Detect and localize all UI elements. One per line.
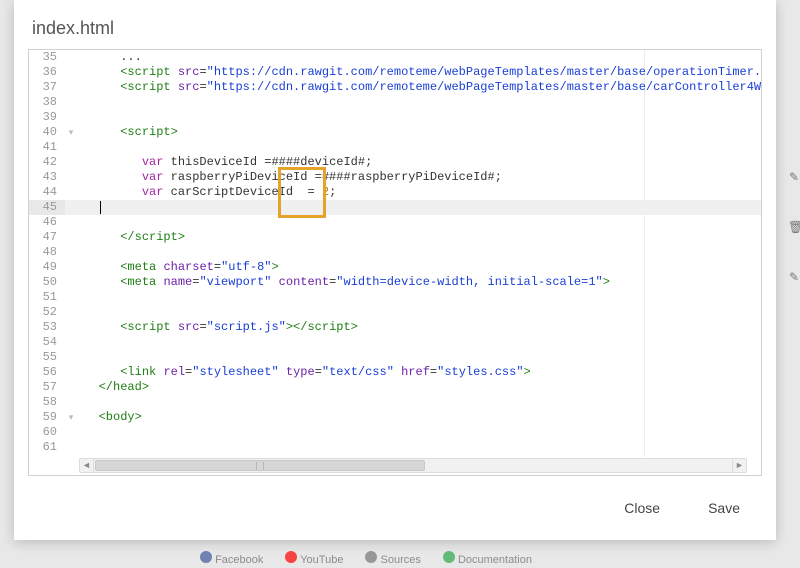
scroll-left-button[interactable]: ◄ (80, 459, 94, 472)
code-line[interactable]: 59▾ <body> (29, 410, 761, 425)
close-button[interactable]: Close (616, 494, 668, 522)
line-number: 41 (29, 140, 65, 155)
line-number: 44 (29, 185, 65, 200)
code-line[interactable]: 52 (29, 305, 761, 320)
code-content[interactable]: var carScriptDeviceId = 2; (77, 185, 761, 200)
code-line[interactable]: 41 (29, 140, 761, 155)
bg-icon: ✎ (788, 270, 800, 320)
line-number: 51 (29, 290, 65, 305)
code-line[interactable]: 50 <meta name="viewport" content="width=… (29, 275, 761, 290)
save-button[interactable]: Save (700, 494, 748, 522)
code-line[interactable]: 49 <meta charset="utf-8"> (29, 260, 761, 275)
code-line[interactable]: 38 (29, 95, 761, 110)
code-content[interactable]: <script src="https://cdn.rawgit.com/remo… (77, 65, 761, 80)
editor-modal: index.html 35 ...36 <script src="https:/… (14, 0, 776, 540)
fold-gutter[interactable]: ▾ (65, 126, 77, 141)
line-number: 46 (29, 215, 65, 230)
code-line[interactable]: 35 ... (29, 50, 761, 65)
code-line[interactable]: 57 </head> (29, 380, 761, 395)
code-line[interactable]: 44 var carScriptDeviceId = 2; (29, 185, 761, 200)
code-line[interactable]: 56 <link rel="stylesheet" type="text/css… (29, 365, 761, 380)
bg-icon: ✎ (788, 170, 800, 220)
code-line[interactable]: 37 <script src="https://cdn.rawgit.com/r… (29, 80, 761, 95)
scroll-thumb[interactable] (95, 460, 425, 471)
line-number: 59 (29, 410, 65, 425)
line-number: 45 (29, 200, 65, 215)
code-content[interactable]: <body> (77, 410, 761, 425)
code-line[interactable]: 46 (29, 215, 761, 230)
code-line[interactable]: 61 (29, 440, 761, 455)
line-number: 37 (29, 80, 65, 95)
scroll-right-button[interactable]: ► (732, 459, 746, 472)
line-number: 52 (29, 305, 65, 320)
horizontal-scrollbar[interactable]: ◄ ► (79, 458, 747, 473)
code-content[interactable]: <link rel="stylesheet" type="text/css" h… (77, 365, 761, 380)
bg-icon: 🗑 (788, 220, 800, 270)
code-content[interactable]: <meta charset="utf-8"> (77, 260, 761, 275)
code-line[interactable]: 60 (29, 425, 761, 440)
code-content[interactable]: <script src="https://cdn.rawgit.com/remo… (77, 80, 761, 95)
line-number: 42 (29, 155, 65, 170)
code-content[interactable]: </script> (77, 230, 761, 245)
code-line[interactable]: 39 (29, 110, 761, 125)
code-content[interactable]: ... (77, 50, 761, 65)
code-line[interactable]: 45 (29, 200, 761, 215)
line-number: 54 (29, 335, 65, 350)
code-content[interactable] (77, 440, 761, 455)
code-content[interactable]: <script> (77, 125, 761, 140)
code-line[interactable]: 36 <script src="https://cdn.rawgit.com/r… (29, 65, 761, 80)
modal-footer: Close Save (14, 476, 776, 540)
code-line[interactable]: 53 <script src="script.js"></script> (29, 320, 761, 335)
text-cursor (100, 201, 101, 214)
line-number: 49 (29, 260, 65, 275)
line-number: 61 (29, 440, 65, 455)
code-line[interactable]: 43 var raspberryPiDeviceId =####raspberr… (29, 170, 761, 185)
code-content[interactable] (77, 200, 761, 215)
modal-title: index.html (14, 0, 776, 49)
code-content[interactable]: var raspberryPiDeviceId =####raspberryPi… (77, 170, 761, 185)
code-line[interactable]: 42 var thisDeviceId =####deviceId#; (29, 155, 761, 170)
line-number: 36 (29, 65, 65, 80)
line-number: 53 (29, 320, 65, 335)
background-toolbar: ✎ 🗑 ✎ (788, 170, 800, 320)
code-line[interactable]: 51 (29, 290, 761, 305)
line-number: 57 (29, 380, 65, 395)
code-line[interactable]: 47 </script> (29, 230, 761, 245)
line-number: 50 (29, 275, 65, 290)
code-line[interactable]: 54 (29, 335, 761, 350)
code-content[interactable]: <script src="script.js"></script> (77, 320, 761, 335)
page-footer-links: Facebook YouTube Sources Documentation (0, 548, 800, 568)
code-editor[interactable]: 35 ...36 <script src="https://cdn.rawgit… (28, 49, 762, 476)
line-number: 35 (29, 50, 65, 65)
line-number: 39 (29, 110, 65, 125)
code-line[interactable]: 58 (29, 395, 761, 410)
code-content[interactable]: <meta name="viewport" content="width=dev… (77, 275, 761, 290)
line-number: 38 (29, 95, 65, 110)
line-number: 48 (29, 245, 65, 260)
line-number: 56 (29, 365, 65, 380)
code-line[interactable]: 48 (29, 245, 761, 260)
code-content[interactable]: </head> (77, 380, 761, 395)
code-line[interactable]: 55 (29, 350, 761, 365)
line-number: 40 (29, 125, 65, 140)
fold-gutter[interactable]: ▾ (65, 411, 77, 426)
code-content[interactable]: var thisDeviceId =####deviceId#; (77, 155, 761, 170)
line-number: 60 (29, 425, 65, 440)
line-number: 55 (29, 350, 65, 365)
line-number: 43 (29, 170, 65, 185)
line-number: 58 (29, 395, 65, 410)
code-line[interactable]: 40▾ <script> (29, 125, 761, 140)
line-number: 47 (29, 230, 65, 245)
